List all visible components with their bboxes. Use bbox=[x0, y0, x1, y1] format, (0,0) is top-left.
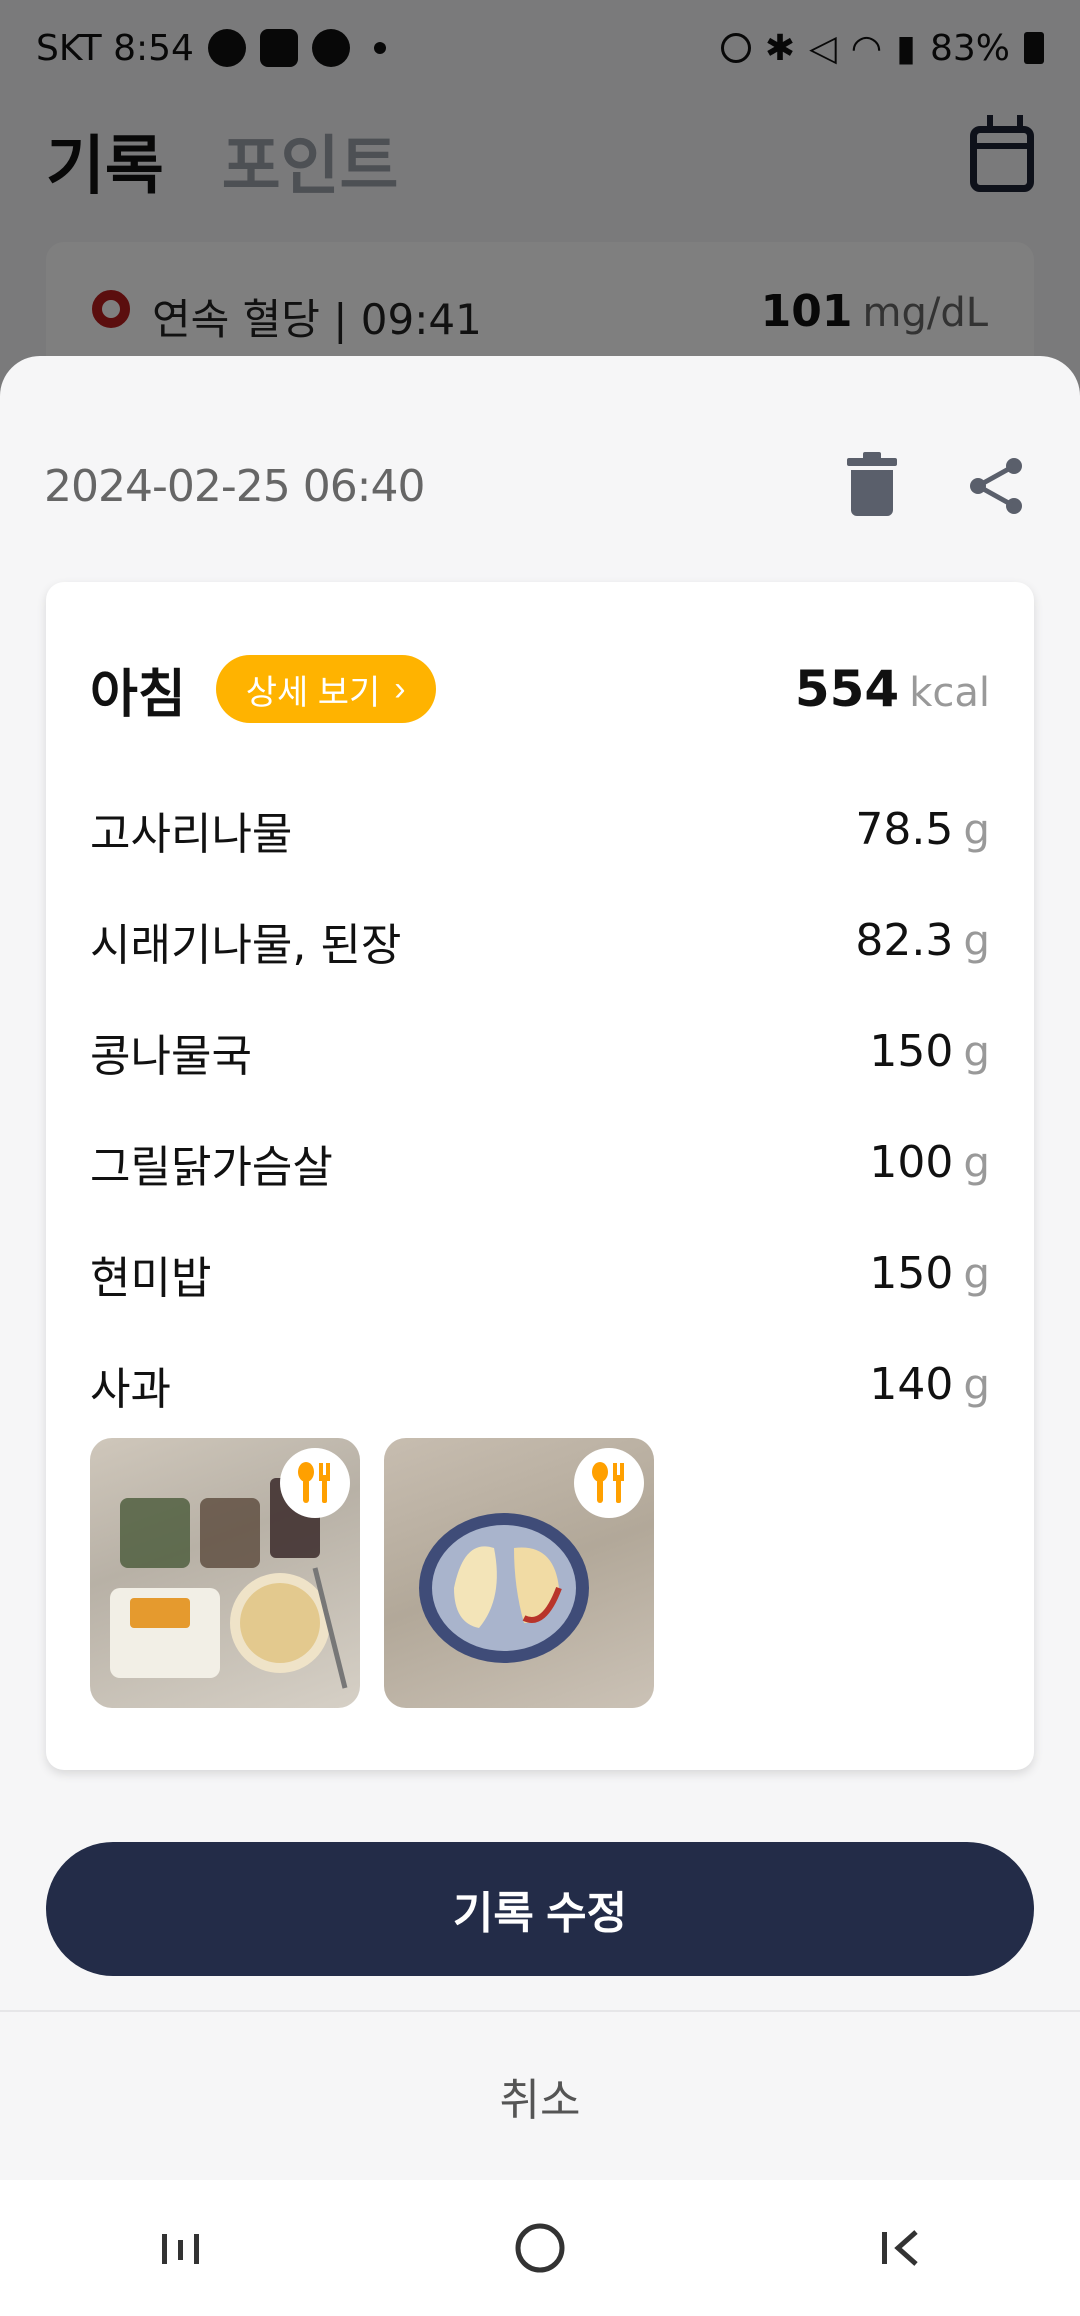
share-icon[interactable] bbox=[956, 446, 1036, 526]
cancel-button[interactable]: 취소 bbox=[0, 2012, 1080, 2180]
food-name: 시래기나물, 된장 bbox=[90, 919, 402, 971]
record-datetime: 2024-02-25 06:40 bbox=[44, 460, 425, 512]
food-unit: g bbox=[963, 916, 990, 965]
food-name: 고사리나물 bbox=[90, 808, 293, 860]
food-amount-value: 78.5 bbox=[855, 804, 954, 855]
food-amount: 150 g bbox=[869, 1026, 990, 1077]
meal-header: 아침 상세 보기 › 554 kcal bbox=[90, 654, 990, 725]
food-amount-value: 82.3 bbox=[855, 915, 954, 966]
food-name: 그릴닭가슴살 bbox=[90, 1141, 333, 1193]
food-item: 사과 140 g bbox=[90, 1329, 990, 1440]
meal-photos bbox=[90, 1438, 654, 1708]
fork-spoon-icon bbox=[592, 1462, 624, 1503]
food-unit: g bbox=[963, 1138, 990, 1187]
detail-view-label: 상세 보기 bbox=[245, 673, 381, 712]
food-list: 고사리나물 78.5 g 시래기나물, 된장 82.3 g 콩나물국 150 g 그릴… bbox=[90, 774, 990, 1440]
fork-spoon-icon bbox=[298, 1462, 330, 1503]
food-amount: 82.3 g bbox=[855, 915, 990, 966]
home-icon bbox=[515, 2223, 565, 2273]
food-unit: g bbox=[963, 1360, 990, 1409]
meal-kcal-value: 554 bbox=[794, 660, 900, 718]
trash-body bbox=[851, 470, 893, 516]
meal-photo-breakfast-tray[interactable] bbox=[90, 1438, 360, 1708]
food-item: 고사리나물 78.5 g bbox=[90, 774, 990, 885]
meal-kcal-unit: kcal bbox=[909, 670, 990, 716]
food-amount: 78.5 g bbox=[855, 804, 990, 855]
meal-calories: 554 kcal bbox=[795, 660, 990, 718]
meal-title: 아침 bbox=[90, 664, 186, 725]
meal-card: 아침 상세 보기 › 554 kcal 고사리나물 78.5 g 시래기나물, 된장… bbox=[46, 582, 1034, 1770]
food-item: 그릴닭가슴살 100 g bbox=[90, 1107, 990, 1218]
food-amount-value: 150 bbox=[869, 1248, 954, 1299]
food-item: 시래기나물, 된장 82.3 g bbox=[90, 885, 990, 996]
meal-badge-icon bbox=[280, 1448, 350, 1518]
food-name: 콩나물국 bbox=[90, 1030, 252, 1082]
food-amount: 140 g bbox=[869, 1359, 990, 1410]
home-button[interactable] bbox=[480, 2188, 600, 2308]
food-unit: g bbox=[963, 1249, 990, 1298]
meal-photo-apple[interactable] bbox=[384, 1438, 654, 1708]
trash-lid bbox=[847, 452, 897, 466]
food-amount: 100 g bbox=[869, 1137, 990, 1188]
food-item: 콩나물국 150 g bbox=[90, 996, 990, 1107]
recent-apps-icon bbox=[162, 2234, 199, 2264]
back-icon bbox=[882, 2230, 918, 2266]
system-nav-bar bbox=[0, 2180, 1080, 2316]
food-unit: g bbox=[963, 1027, 990, 1076]
food-item: 현미밥 150 g bbox=[90, 1218, 990, 1329]
food-name: 현미밥 bbox=[90, 1252, 212, 1304]
meal-detail-sheet: 2024-02-25 06:40 아침 상세 보기 › 554 kcal 고사리… bbox=[0, 356, 1080, 2180]
food-amount: 150 g bbox=[869, 1248, 990, 1299]
share-svg bbox=[970, 458, 1022, 514]
food-amount-value: 100 bbox=[869, 1137, 954, 1188]
meal-badge-icon bbox=[574, 1448, 644, 1518]
chevron-right-icon: › bbox=[394, 669, 406, 708]
food-name: 사과 bbox=[90, 1363, 171, 1415]
food-amount-value: 140 bbox=[869, 1359, 954, 1410]
trash-icon[interactable] bbox=[832, 446, 912, 526]
detail-view-button[interactable]: 상세 보기 › bbox=[215, 655, 436, 723]
back-button[interactable] bbox=[840, 2188, 960, 2308]
edit-record-button[interactable]: 기록 수정 bbox=[46, 1842, 1034, 1976]
recent-apps-button[interactable] bbox=[120, 2188, 240, 2308]
food-unit: g bbox=[963, 805, 990, 854]
food-amount-value: 150 bbox=[869, 1026, 954, 1077]
sheet-header: 2024-02-25 06:40 bbox=[44, 446, 1036, 526]
